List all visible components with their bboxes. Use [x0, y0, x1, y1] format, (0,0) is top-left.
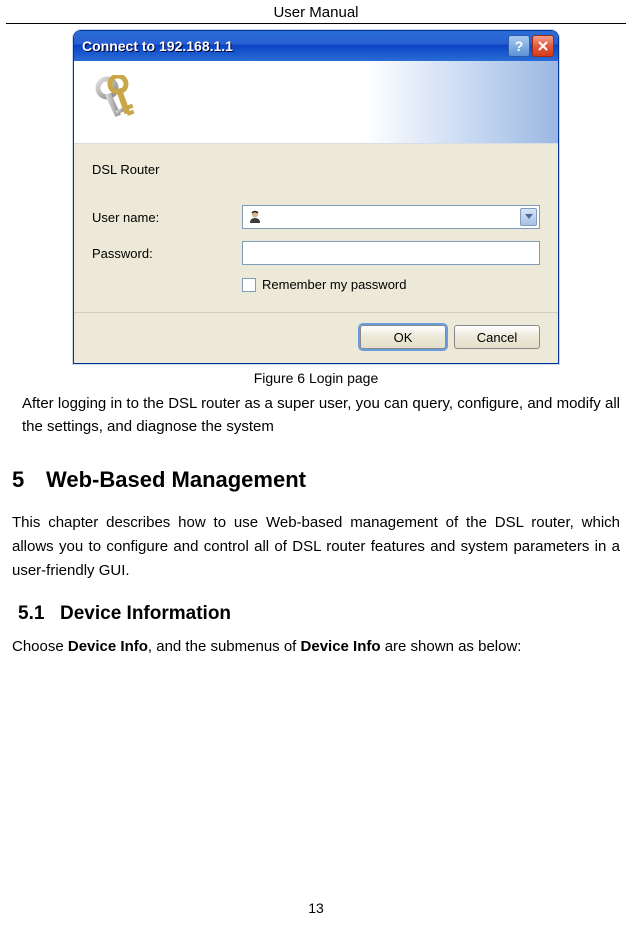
heading-5-title: Web-Based Management [46, 467, 306, 492]
dialog-titlebar: Connect to 192.168.1.1 ? [74, 31, 558, 61]
heading-5: 5Web-Based Management [10, 467, 622, 493]
close-button[interactable] [532, 35, 554, 57]
dialog-banner [74, 61, 558, 144]
keys-icon [92, 75, 142, 130]
user-icon [247, 209, 263, 225]
ok-button-label: OK [394, 330, 413, 345]
heading-5-1: 5.1Device Information [10, 603, 622, 625]
remember-label: Remember my password [262, 277, 407, 292]
cancel-button-label: Cancel [477, 330, 517, 345]
username-label: User name: [92, 210, 242, 225]
close-icon [538, 38, 548, 54]
button-bar-separator [74, 312, 558, 313]
heading-5-number: 5 [12, 467, 46, 493]
heading-5-1-title: Device Information [60, 603, 231, 624]
heading-5-1-number: 5.1 [18, 603, 60, 625]
dialog-title: Connect to 192.168.1.1 [82, 38, 506, 54]
login-dialog: Connect to 192.168.1.1 ? [73, 30, 559, 364]
figure-caption: Figure 6 Login page [10, 370, 622, 386]
help-icon: ? [515, 38, 524, 54]
remember-checkbox[interactable] [242, 278, 256, 292]
paragraph-after-login: After logging in to the DSL router as a … [10, 392, 622, 439]
ok-button[interactable]: OK [360, 325, 446, 349]
help-button[interactable]: ? [508, 35, 530, 57]
password-input[interactable] [242, 241, 540, 265]
chevron-down-icon[interactable] [520, 208, 537, 226]
page-number: 13 [0, 900, 632, 916]
password-label: Password: [92, 246, 242, 261]
server-label: DSL Router [92, 162, 540, 177]
username-combobox[interactable] [242, 205, 540, 229]
cancel-button[interactable]: Cancel [454, 325, 540, 349]
section-5-paragraph: This chapter describes how to use Web-ba… [10, 511, 622, 583]
page-header-title: User Manual [0, 0, 632, 23]
section-5-1-paragraph: Choose Device Info, and the submenus of … [10, 635, 622, 659]
